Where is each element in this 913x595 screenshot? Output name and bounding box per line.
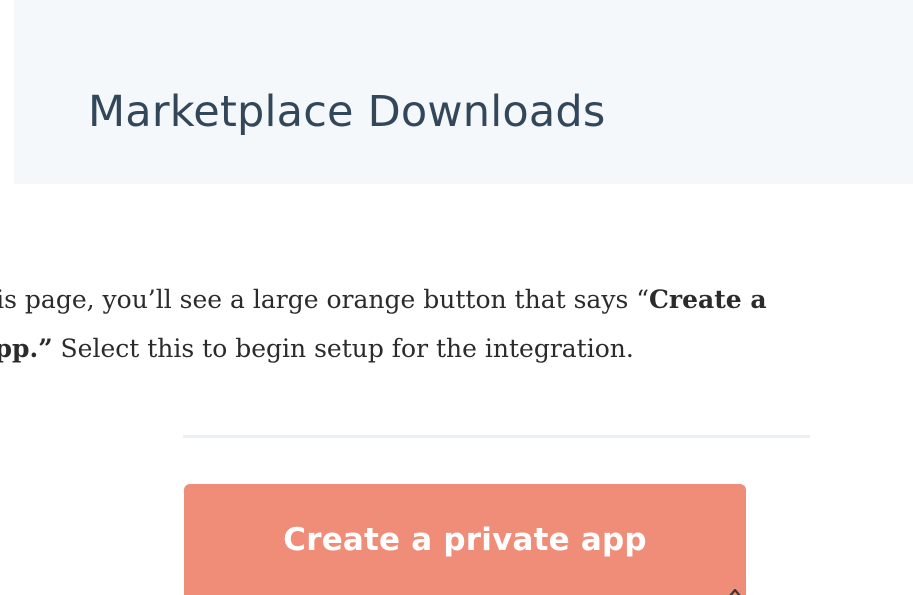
page-title: Marketplace Downloads [88, 87, 606, 137]
header-banner: Marketplace Downloads [14, 0, 913, 184]
instruction-line-2: ate app.” Select this to begin setup for… [0, 324, 913, 373]
instruction-bold-1: Create a [649, 285, 767, 314]
create-private-app-button[interactable]: Create a private app [184, 484, 746, 595]
create-private-app-label: Create a private app [283, 522, 647, 558]
instruction-paragraph: this page, you’ll see a large orange but… [0, 275, 913, 373]
page: Marketplace Downloads this page, you’ll … [0, 0, 913, 595]
chevron-up-icon [729, 588, 741, 595]
instruction-text-2: Select this to begin setup for the integ… [52, 334, 634, 363]
instruction-line-1: this page, you’ll see a large orange but… [0, 275, 913, 324]
instruction-text-1: this page, you’ll see a large orange but… [0, 285, 650, 314]
instruction-bold-2: ate app.” [0, 334, 53, 363]
screenshot-divider [183, 435, 810, 438]
